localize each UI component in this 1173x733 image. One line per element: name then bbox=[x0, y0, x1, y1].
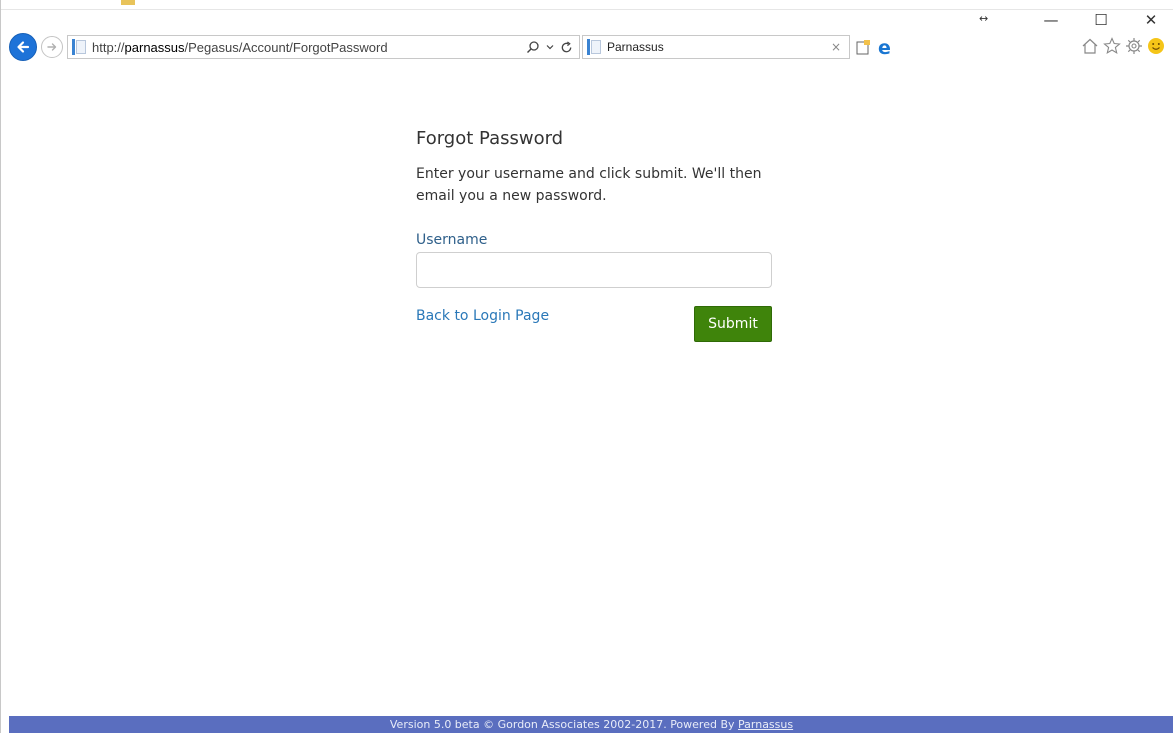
home-button[interactable] bbox=[1081, 37, 1099, 55]
background-window-strip bbox=[1, 0, 1173, 10]
edge-icon[interactable]: e bbox=[876, 37, 896, 57]
username-input[interactable] bbox=[416, 252, 772, 288]
page-icon bbox=[72, 39, 86, 55]
folder-icon bbox=[121, 0, 135, 5]
forward-button[interactable] bbox=[41, 36, 63, 58]
close-button[interactable]: ✕ bbox=[1143, 11, 1159, 29]
submit-button[interactable]: Submit bbox=[694, 306, 772, 342]
address-bar[interactable]: http://parnassus/Pegasus/Account/ForgotP… bbox=[67, 35, 580, 59]
svg-text:e: e bbox=[878, 37, 891, 57]
back-to-login-link[interactable]: Back to Login Page bbox=[416, 308, 549, 324]
window-controls: — ☐ ✕ bbox=[1043, 11, 1159, 29]
dropdown-arrow-icon[interactable] bbox=[546, 43, 554, 51]
refresh-icon[interactable] bbox=[560, 40, 573, 54]
username-label: Username bbox=[416, 232, 488, 248]
footer-parnassus-link[interactable]: Parnassus bbox=[738, 718, 793, 731]
back-arrow-icon bbox=[17, 41, 30, 53]
home-icon bbox=[1082, 38, 1098, 54]
resize-icon: ↔ bbox=[979, 12, 989, 25]
form-actions: Back to Login Page Submit bbox=[416, 302, 776, 342]
browser-window: ↔ — ☐ ✕ http://parnassus/Pegasus/Account… bbox=[0, 0, 1173, 733]
search-icon[interactable] bbox=[526, 40, 540, 54]
tab-title: Parnassus bbox=[607, 40, 664, 54]
url-host: parnassus bbox=[124, 39, 185, 55]
page-title: Forgot Password bbox=[416, 128, 564, 149]
footer: Version 5.0 beta © Gordon Associates 200… bbox=[9, 716, 1173, 733]
url-text[interactable]: http://parnassus/Pegasus/Account/ForgotP… bbox=[92, 40, 526, 55]
gear-icon bbox=[1126, 38, 1142, 54]
address-tools bbox=[526, 40, 579, 54]
url-path: /Pegasus/Account/ForgotPassword bbox=[184, 39, 388, 55]
new-tab-icon bbox=[856, 40, 870, 55]
forgot-password-form: Forgot Password Enter your username and … bbox=[416, 128, 776, 342]
favorites-button[interactable] bbox=[1103, 37, 1121, 55]
browser-right-tools bbox=[1081, 37, 1165, 55]
tab-parnassus[interactable]: Parnassus × bbox=[582, 35, 850, 59]
star-icon bbox=[1103, 37, 1121, 54]
settings-button[interactable] bbox=[1125, 37, 1143, 55]
tab-page-icon bbox=[587, 39, 601, 55]
form-description: Enter your username and click submit. We… bbox=[416, 166, 762, 204]
forward-arrow-icon bbox=[47, 43, 57, 51]
smiley-icon bbox=[1148, 38, 1164, 54]
ie-logo-icon: e bbox=[878, 37, 891, 57]
feedback-button[interactable] bbox=[1147, 37, 1165, 55]
new-tab-button[interactable] bbox=[854, 38, 872, 56]
back-button[interactable] bbox=[9, 33, 37, 61]
tab-close-icon[interactable]: × bbox=[831, 40, 849, 54]
url-prefix: http:// bbox=[92, 39, 125, 55]
minimize-button[interactable]: — bbox=[1043, 11, 1059, 29]
browser-toolbar: http://parnassus/Pegasus/Account/ForgotP… bbox=[9, 33, 896, 61]
footer-text: Version 5.0 beta © Gordon Associates 200… bbox=[389, 718, 739, 731]
maximize-button[interactable]: ☐ bbox=[1093, 11, 1109, 29]
